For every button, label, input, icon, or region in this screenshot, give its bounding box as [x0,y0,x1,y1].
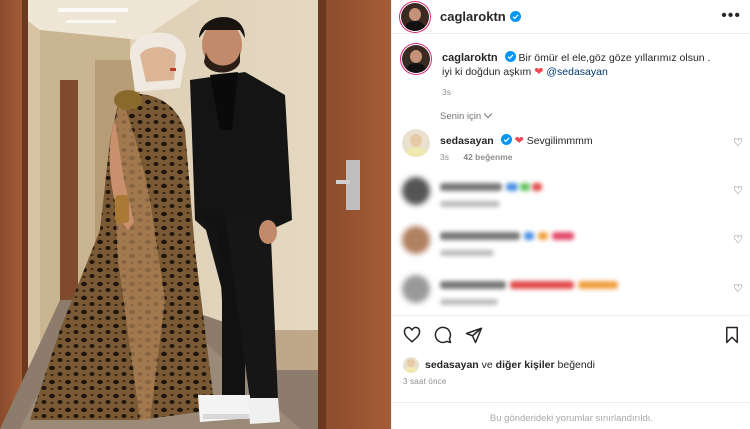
comment-text: sedasayan ❤ Sevgilimmmm [440,134,593,147]
comment-icon[interactable] [434,326,452,344]
comment-like-icon[interactable]: ♡ [733,233,743,246]
caption-author-avatar[interactable] [402,45,430,73]
comment-time: 3s [440,152,449,162]
comment-item: sedasayan ❤ Sevgilimmmm 3s 42 beğenme ♡ [402,129,747,169]
verified-icon [509,11,521,22]
caption-text-line1: Bir ömür el ele,göz göze yıllarımız olsu… [518,52,711,64]
caption: caglaroktn Bir ömür el ele,göz göze yıll… [402,45,742,99]
comment-like-icon[interactable]: ♡ [733,184,743,197]
author-username[interactable]: caglaroktn [440,9,506,24]
blurred-username [440,281,506,289]
action-icons [403,326,483,344]
blurred-meta [440,201,500,207]
blurred-username [440,183,502,191]
blurred-emoji [506,183,518,191]
comment-meta: 3s 42 beğenme [440,152,513,162]
post-photo[interactable] [0,0,391,429]
liker-avatar[interactable] [403,357,419,373]
blurred-username [440,232,520,240]
blurred-emoji [578,281,618,289]
blurred-emoji [520,183,530,191]
commenter-avatar[interactable] [402,129,430,157]
comment-filter-dropdown[interactable]: Senin için [440,109,493,122]
author-avatar[interactable] [401,2,429,31]
comment-like-icon[interactable]: ♡ [733,282,743,295]
blurred-emoji [524,232,534,240]
blurred-meta [440,250,494,256]
post-time[interactable]: 3 saat önce [403,377,447,386]
likes-suffix: beğendi [557,359,595,371]
caption-text-line2: iyi ki doğdun aşkım [442,66,532,78]
red-heart-emoji: ❤ [514,135,524,147]
comment-like-icon[interactable]: ♡ [733,136,743,149]
liker-username[interactable]: sedasayan [425,359,479,371]
post-image [0,0,391,429]
comment-likes-count[interactable]: 42 beğenme [463,152,512,162]
comments-limited-notice: Bu gönderideki yorumlar sınırlandırıldı. [392,402,750,424]
likes-others-link[interactable]: diğer kişiler [496,359,555,371]
blurred-emoji [532,183,542,191]
chevron-down-icon [483,109,493,119]
comment-item-blurred: ♡ [402,177,747,217]
blurred-emoji [552,232,574,240]
bookmark-icon[interactable] [723,326,741,344]
verified-icon [504,51,516,62]
comment-item-blurred: ♡ [402,275,747,315]
heart-icon[interactable] [403,326,421,344]
post-panel: caglaroktn ••• caglaroktn Bir ömür el el… [391,0,750,429]
comments-section: caglaroktn Bir ömür el ele,göz göze yıll… [392,35,750,315]
caption-mention[interactable]: @sedasayan [546,66,607,78]
commenter-avatar-blurred[interactable] [402,226,430,254]
more-horizontal-icon[interactable]: ••• [721,8,741,24]
likes-summary: sedasayan ve diğer kişiler beğendi [403,357,595,373]
comment-username[interactable]: sedasayan [440,135,494,147]
blurred-emoji [538,232,548,240]
caption-body: caglaroktn Bir ömür el ele,göz göze yıll… [442,51,732,99]
action-bar: sedasayan ve diğer kişiler beğendi 3 saa… [392,315,750,429]
verified-icon [500,134,512,145]
commenter-avatar-blurred[interactable] [402,177,430,205]
post-header: caglaroktn ••• [392,0,750,34]
blurred-meta [440,299,498,305]
comment-filter-label: Senin için [440,111,482,122]
caption-time: 3s [442,87,451,97]
comment-body: Sevgilimmmm [526,135,593,147]
blurred-emoji [510,281,574,289]
likes-connector: ve [481,359,493,371]
red-heart-emoji: ❤ [534,66,544,78]
share-icon[interactable] [465,326,483,344]
likes-text: sedasayan ve diğer kişiler beğendi [425,359,595,371]
caption-username[interactable]: caglaroktn [442,52,498,64]
commenter-avatar-blurred[interactable] [402,275,430,303]
comment-item-blurred: ♡ [402,226,747,266]
